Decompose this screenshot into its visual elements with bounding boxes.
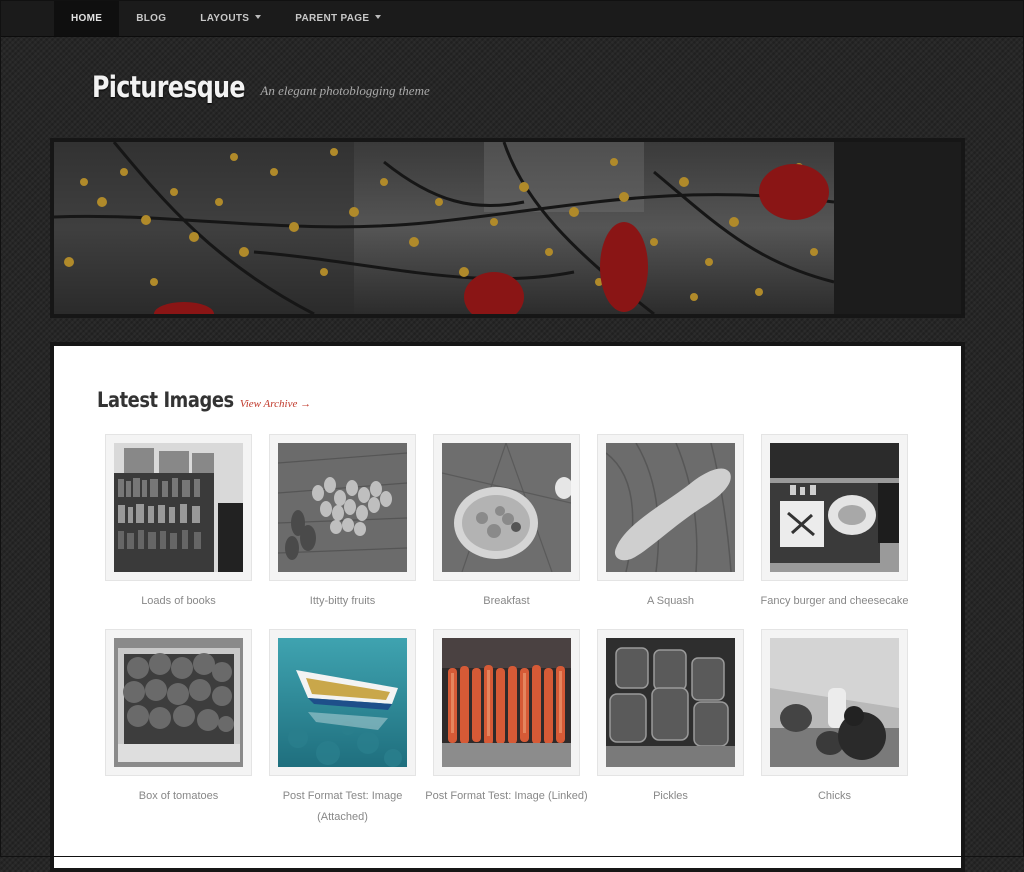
nav-item-layouts-label: LAYOUTS <box>200 12 250 24</box>
thumbnail-pickles[interactable] <box>597 629 744 776</box>
gallery-item-chicks: Chicks <box>761 629 908 807</box>
caption-books[interactable]: Loads of books <box>96 591 261 612</box>
gallery-item-tomatoes: Box of tomatoes <box>105 629 252 807</box>
main-content: Latest Images View Archive → Loads of bo… <box>50 342 965 872</box>
squash-photo <box>606 443 735 572</box>
caption-tomatoes[interactable]: Box of tomatoes <box>96 786 261 807</box>
caption-breakfast[interactable]: Breakfast <box>424 591 589 612</box>
tomatoes-photo <box>114 638 243 767</box>
nav-menu: HOME BLOG LAYOUTS PARENT PAGE <box>54 0 398 36</box>
boat-photo <box>278 638 407 767</box>
nav-item-home[interactable]: HOME <box>54 0 120 36</box>
nav-item-parent-page-label: PARENT PAGE <box>295 12 370 24</box>
books-photo <box>114 443 243 572</box>
view-archive-link[interactable]: View Archive → <box>240 398 311 410</box>
nav-item-home-label: HOME <box>71 12 103 24</box>
caption-boat[interactable]: Post Format Test: Image (Attached) <box>260 786 425 828</box>
caption-pickles[interactable]: Pickles <box>588 786 753 807</box>
thumbnail-chicks[interactable] <box>761 629 908 776</box>
thumbnail-fruits[interactable] <box>269 434 416 581</box>
burger-photo <box>770 443 899 572</box>
top-navigation: HOME BLOG LAYOUTS PARENT PAGE <box>0 0 1024 37</box>
gallery-item-breakfast: Breakfast <box>433 434 580 612</box>
caret-down-icon <box>255 15 262 19</box>
thumbnail-squash[interactable] <box>597 434 744 581</box>
gallery-item-fruits: Itty-bitty fruits <box>269 434 416 612</box>
nav-item-layouts[interactable]: LAYOUTS <box>183 0 278 36</box>
thumbnail-burger[interactable] <box>761 434 908 581</box>
caption-fruits[interactable]: Itty-bitty fruits <box>260 591 425 612</box>
gallery-item-burger: Fancy burger and cheesecake <box>761 434 908 612</box>
thumbnail-carrots[interactable] <box>433 629 580 776</box>
nav-item-blog-label: BLOG <box>136 12 167 24</box>
caption-chicks[interactable]: Chicks <box>752 786 917 807</box>
gallery-item-pickles: Pickles <box>597 629 744 807</box>
section-title: Latest Images <box>97 388 234 412</box>
nav-item-parent-page[interactable]: PARENT PAGE <box>278 0 398 36</box>
site-description: An elegant photoblogging theme <box>260 83 430 98</box>
chicks-photo <box>770 638 899 767</box>
fruits-photo <box>278 443 407 572</box>
gallery-item-boat: Post Format Test: Image (Attached) <box>269 629 416 828</box>
site-branding: Picturesque An elegant photoblogging the… <box>92 70 430 104</box>
caption-burger[interactable]: Fancy burger and cheesecake <box>752 591 917 612</box>
gallery-item-books: Loads of books <box>105 434 252 612</box>
site-title[interactable]: Picturesque <box>92 70 246 104</box>
thumbnail-boat[interactable] <box>269 629 416 776</box>
nav-item-blog[interactable]: BLOG <box>119 0 183 36</box>
caption-carrots[interactable]: Post Format Test: Image (Linked) <box>424 786 589 807</box>
thumbnail-breakfast[interactable] <box>433 434 580 581</box>
breakfast-photo <box>442 443 571 572</box>
caret-down-icon <box>375 15 382 19</box>
pickles-photo <box>606 638 735 767</box>
section-header: Latest Images View Archive → <box>97 388 311 412</box>
carrots-photo <box>442 638 571 767</box>
banner-image <box>54 142 961 314</box>
thumbnail-tomatoes[interactable] <box>105 629 252 776</box>
header-banner <box>50 138 965 318</box>
caption-squash[interactable]: A Squash <box>588 591 753 612</box>
gallery-item-squash: A Squash <box>597 434 744 612</box>
thumbnail-books[interactable] <box>105 434 252 581</box>
gallery-item-carrots: Post Format Test: Image (Linked) <box>425 629 588 807</box>
